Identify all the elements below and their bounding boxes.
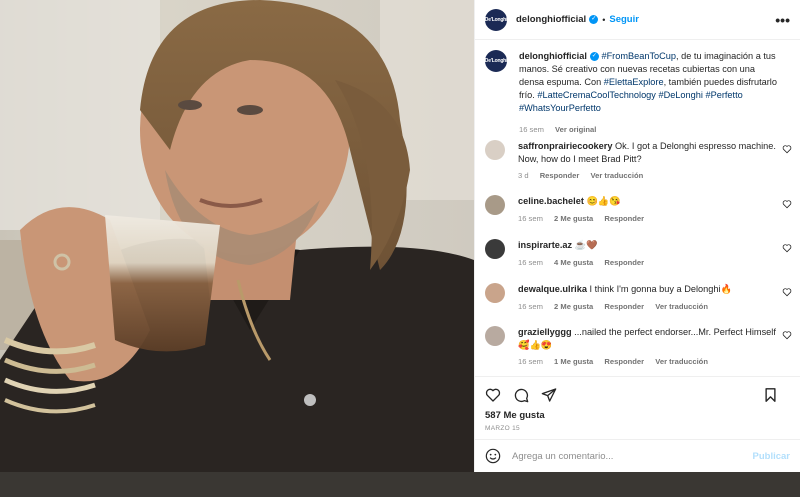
- comment-age: 16 sem: [518, 301, 543, 311]
- reply-button[interactable]: Responder: [604, 357, 644, 366]
- caption-body: delonghiofficial ✓ #FromBeanToCup, de tu …: [519, 50, 781, 136]
- comment-item: saffronprairiecookery Ok. I got a Delong…: [475, 140, 800, 183]
- comment-meta: 16 sem 4 Me gusta Responder: [518, 257, 780, 270]
- background-strip: [0, 472, 800, 497]
- see-translation-link[interactable]: Ver traducción: [590, 171, 643, 180]
- comment-bubble-icon[interactable]: [513, 387, 529, 403]
- hashtag-link[interactable]: #FromBeanToCup: [601, 51, 676, 61]
- comment-age: 16 sem: [518, 213, 543, 223]
- post-panel: De'Longhi delonghiofficial ✓ • Seguir ••…: [474, 0, 800, 472]
- post-photo-illustration: [0, 0, 474, 472]
- comment-text: 😊👍😘: [586, 196, 621, 206]
- comment-likes[interactable]: 2 Me gusta: [554, 214, 593, 223]
- logo-text: De'Longhi: [484, 16, 508, 23]
- follow-button[interactable]: Seguir: [609, 14, 639, 25]
- comment-body: saffronprairiecookery Ok. I got a Delong…: [518, 140, 780, 183]
- account-avatar[interactable]: De'Longhi: [484, 8, 508, 31]
- see-original-link[interactable]: Ver original: [555, 125, 596, 134]
- save-bookmark-icon[interactable]: [763, 387, 778, 403]
- logo-text: De'Longhi: [484, 58, 508, 64]
- post-header: De'Longhi delonghiofficial ✓ • Seguir ••…: [475, 0, 800, 40]
- action-icons-row: [475, 377, 800, 407]
- see-translation-link[interactable]: Ver traducción: [655, 302, 708, 311]
- like-comment-heart-icon[interactable]: [782, 287, 792, 297]
- hashtag-link[interactable]: #WhatsYourPerfetto: [519, 103, 601, 113]
- like-comment-heart-icon[interactable]: [782, 330, 792, 340]
- comment-body: celine.bachelet 😊👍😘 16 sem 2 Me gusta Re…: [518, 195, 780, 225]
- like-comment-heart-icon[interactable]: [782, 199, 792, 209]
- caption-avatar[interactable]: De'Longhi: [485, 50, 507, 72]
- publish-button[interactable]: Publicar: [753, 451, 791, 462]
- comment-item: inspirarte.az ☕🤎 16 sem 4 Me gusta Respo…: [475, 239, 800, 269]
- hashtag-link[interactable]: #DeLonghi: [658, 90, 702, 100]
- comment-text: I think I'm gonna buy a Delonghi🔥: [589, 284, 732, 294]
- reply-button[interactable]: Responder: [604, 258, 644, 267]
- like-heart-icon[interactable]: [485, 387, 501, 403]
- post-caption: De'Longhi delonghiofficial ✓ #FromBeanToC…: [475, 40, 800, 136]
- verified-icon: ✓: [589, 15, 599, 24]
- reply-button[interactable]: Responder: [604, 214, 644, 223]
- comment-item: celine.bachelet 😊👍😘 16 sem 2 Me gusta Re…: [475, 195, 800, 225]
- caption-author[interactable]: delonghiofficial: [519, 51, 587, 61]
- commenter-avatar[interactable]: [485, 195, 505, 215]
- likes-count[interactable]: 587 Me gusta: [475, 407, 800, 421]
- commenter-username[interactable]: celine.bachelet: [518, 196, 584, 206]
- like-comment-heart-icon[interactable]: [782, 144, 792, 154]
- add-comment-bar: Publicar: [475, 439, 800, 472]
- commenter-username[interactable]: graziellyggg: [518, 327, 572, 337]
- comment-likes[interactable]: 2 Me gusta: [554, 302, 593, 311]
- comments-scroll-area[interactable]: De'Longhi delonghiofficial ✓ #FromBeanToC…: [475, 40, 800, 376]
- comment-meta: 16 sem 2 Me gusta Responder: [518, 213, 780, 226]
- comment-text: ☕🤎: [574, 240, 598, 250]
- hashtag-link[interactable]: #Perfetto: [705, 90, 742, 100]
- commenter-avatar[interactable]: [485, 326, 505, 346]
- commenter-username[interactable]: dewalque.ulrika: [518, 284, 587, 294]
- commenter-username[interactable]: inspirarte.az: [518, 240, 572, 250]
- caption-meta: 16 sem Ver original: [519, 123, 781, 136]
- commenter-avatar[interactable]: [485, 140, 505, 160]
- hashtag-link[interactable]: #LatteCremaCoolTechnology: [537, 90, 656, 100]
- commenter-avatar[interactable]: [485, 283, 505, 303]
- comment-input[interactable]: [512, 450, 742, 462]
- separator-dot: •: [602, 14, 606, 25]
- hashtag-link[interactable]: #ElettaExplore: [604, 77, 664, 87]
- reply-button[interactable]: Responder: [540, 171, 580, 180]
- comment-meta: 16 sem 1 Me gusta Responder Ver traducci…: [518, 356, 780, 369]
- comment-meta: 16 sem 2 Me gusta Responder Ver traducci…: [518, 301, 780, 314]
- instagram-post-modal: De'Longhi delonghiofficial ✓ • Seguir ••…: [0, 0, 800, 497]
- post-actions: 587 Me gusta MARZO 15 Publicar: [475, 376, 800, 472]
- comment-meta: 3 d Responder Ver traducción: [518, 170, 780, 183]
- comment-likes[interactable]: 4 Me gusta: [554, 258, 593, 267]
- comment-body: dewalque.ulrika I think I'm gonna buy a …: [518, 283, 780, 313]
- share-paper-plane-icon[interactable]: [541, 387, 557, 403]
- like-comment-heart-icon[interactable]: [782, 243, 792, 253]
- account-username[interactable]: delonghiofficial: [516, 14, 586, 25]
- comment-body: inspirarte.az ☕🤎 16 sem 4 Me gusta Respo…: [518, 239, 780, 269]
- verified-icon: ✓: [589, 52, 599, 62]
- comment-item: dewalque.ulrika I think I'm gonna buy a …: [475, 283, 800, 313]
- reply-button[interactable]: Responder: [604, 302, 644, 311]
- more-options-icon[interactable]: •••: [775, 12, 790, 28]
- comment-age: 16 sem: [518, 257, 543, 267]
- caption-age: 16 sem: [519, 125, 544, 134]
- commenter-username[interactable]: saffronprairiecookery: [518, 141, 612, 151]
- post-image[interactable]: [0, 0, 474, 472]
- comment-likes[interactable]: 1 Me gusta: [554, 357, 593, 366]
- comment-item: graziellyggg ...nailed the perfect endor…: [475, 326, 800, 369]
- commenter-avatar[interactable]: [485, 239, 505, 259]
- comment-age: 16 sem: [518, 357, 543, 366]
- comment-age: 3 d: [518, 171, 529, 180]
- see-translation-link[interactable]: Ver traducción: [655, 357, 708, 366]
- comment-body: graziellyggg ...nailed the perfect endor…: [518, 326, 780, 369]
- emoji-icon[interactable]: [485, 448, 501, 464]
- post-date: MARZO 15: [485, 425, 520, 432]
